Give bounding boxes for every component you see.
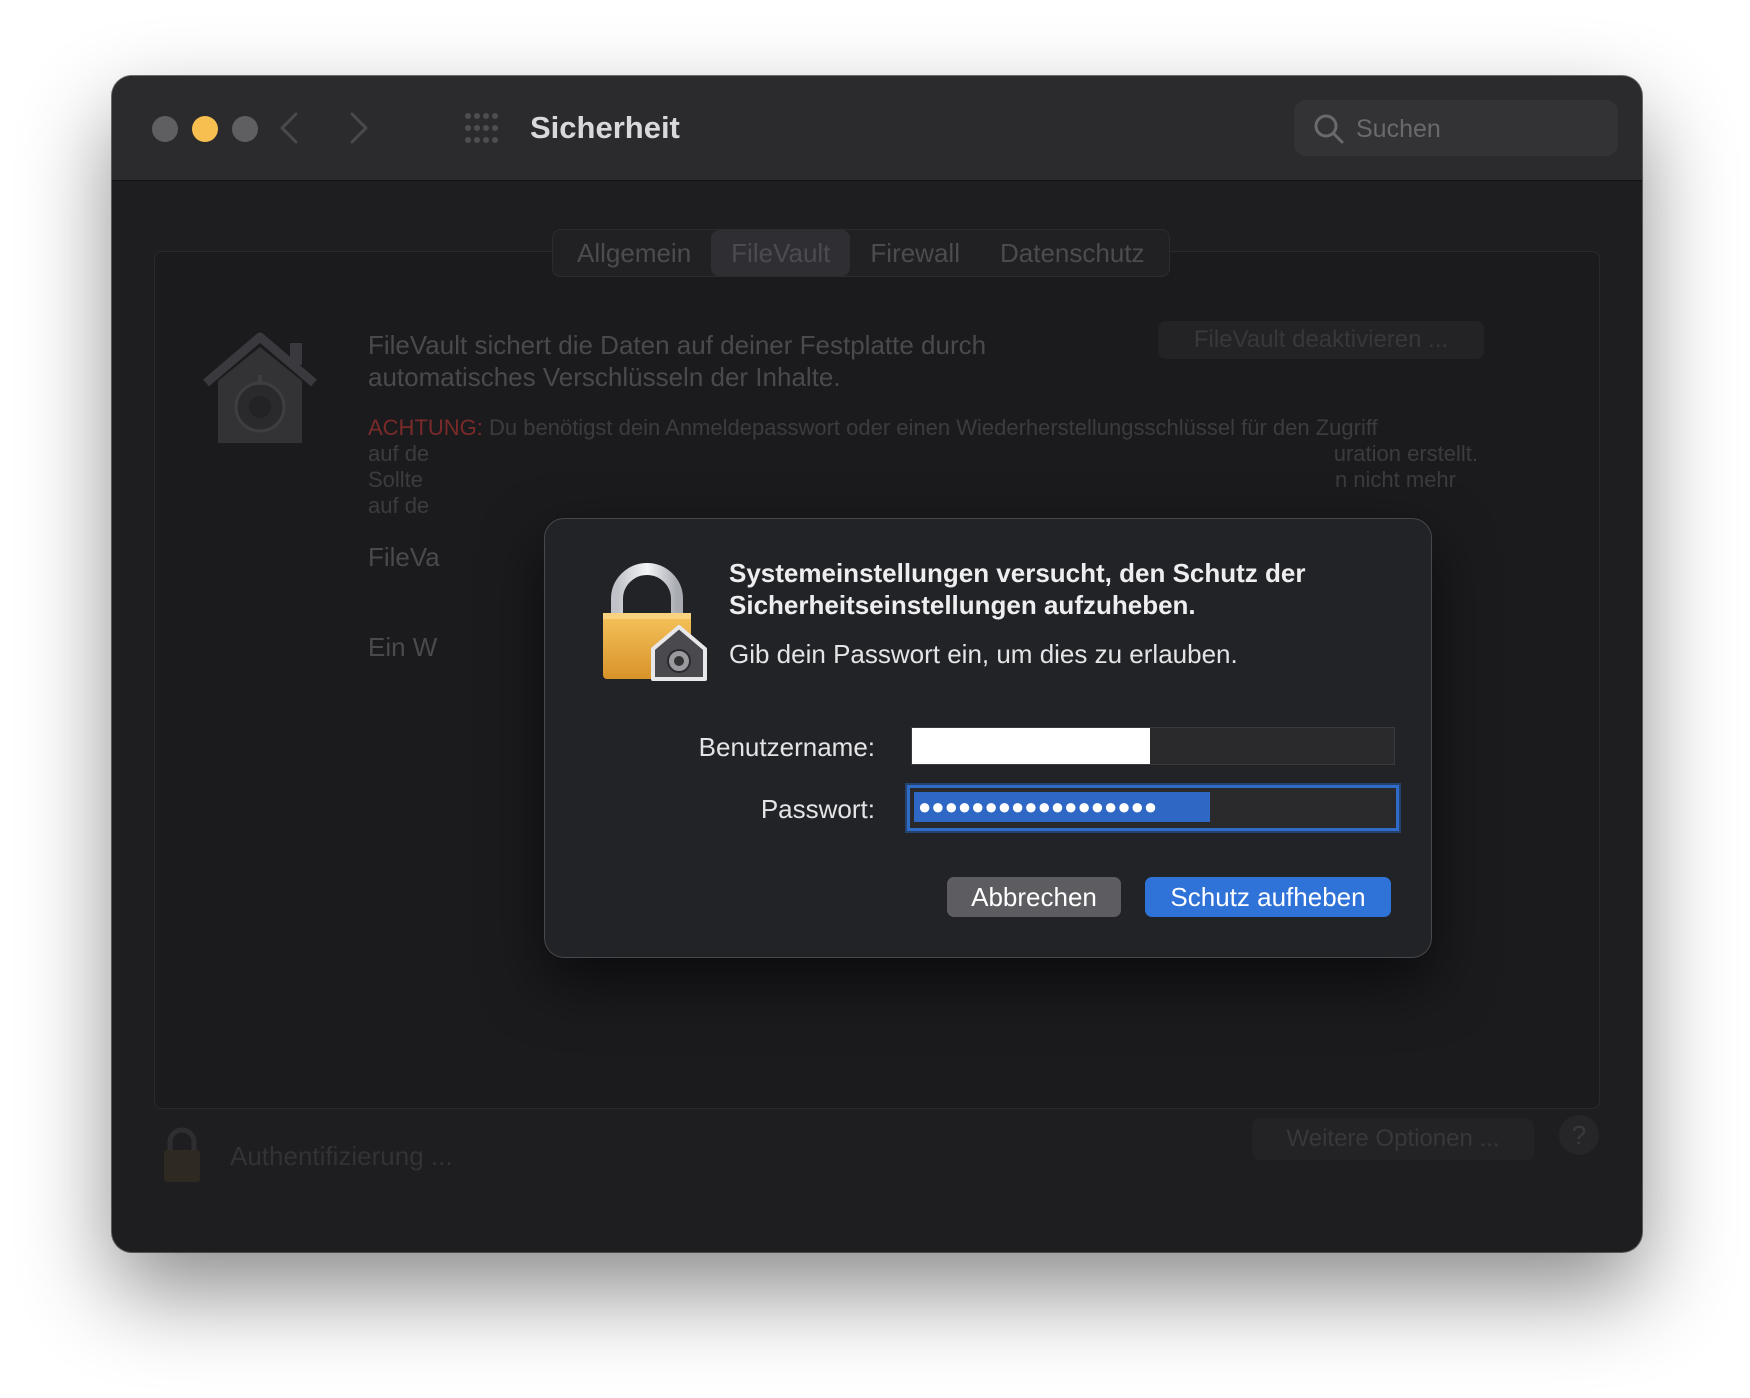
- system-preferences-window: Sicherheit Suchen Allgemein FileVault Fi…: [112, 76, 1642, 1252]
- password-field[interactable]: ●●●●●●●●●●●●●●●●●●: [907, 785, 1399, 831]
- search-icon: [1312, 112, 1346, 146]
- password-value: ●●●●●●●●●●●●●●●●●●: [918, 794, 1158, 819]
- cancel-button[interactable]: Abbrechen: [947, 877, 1121, 917]
- dialog-subtitle: Gib dein Passwort ein, um dies zu erlaub…: [729, 639, 1238, 669]
- padlock-icon: [599, 563, 713, 683]
- window-title: Sicherheit: [530, 110, 680, 145]
- dialog-title: Systemeinstellungen versucht, den Schutz…: [729, 558, 1306, 620]
- search-field[interactable]: Suchen: [1294, 100, 1618, 156]
- close-window-button[interactable]: [152, 116, 178, 142]
- forward-arrow-icon[interactable]: [338, 106, 378, 150]
- username-label: Benutzername:: [698, 732, 875, 762]
- search-placeholder: Suchen: [1356, 115, 1441, 143]
- title-bar: Sicherheit Suchen: [112, 76, 1642, 181]
- password-label: Passwort:: [760, 794, 875, 824]
- unlock-button[interactable]: Schutz aufheben: [1145, 877, 1391, 917]
- show-all-grid-icon[interactable]: [464, 112, 500, 144]
- back-arrow-icon[interactable]: [270, 106, 310, 150]
- zoom-window-button[interactable]: [232, 116, 258, 142]
- username-field[interactable]: [911, 727, 1395, 765]
- authentication-dialog: Systemeinstellungen versucht, den Schutz…: [544, 518, 1432, 958]
- username-redacted-value: [912, 728, 1150, 764]
- minimize-window-button[interactable]: [192, 116, 218, 142]
